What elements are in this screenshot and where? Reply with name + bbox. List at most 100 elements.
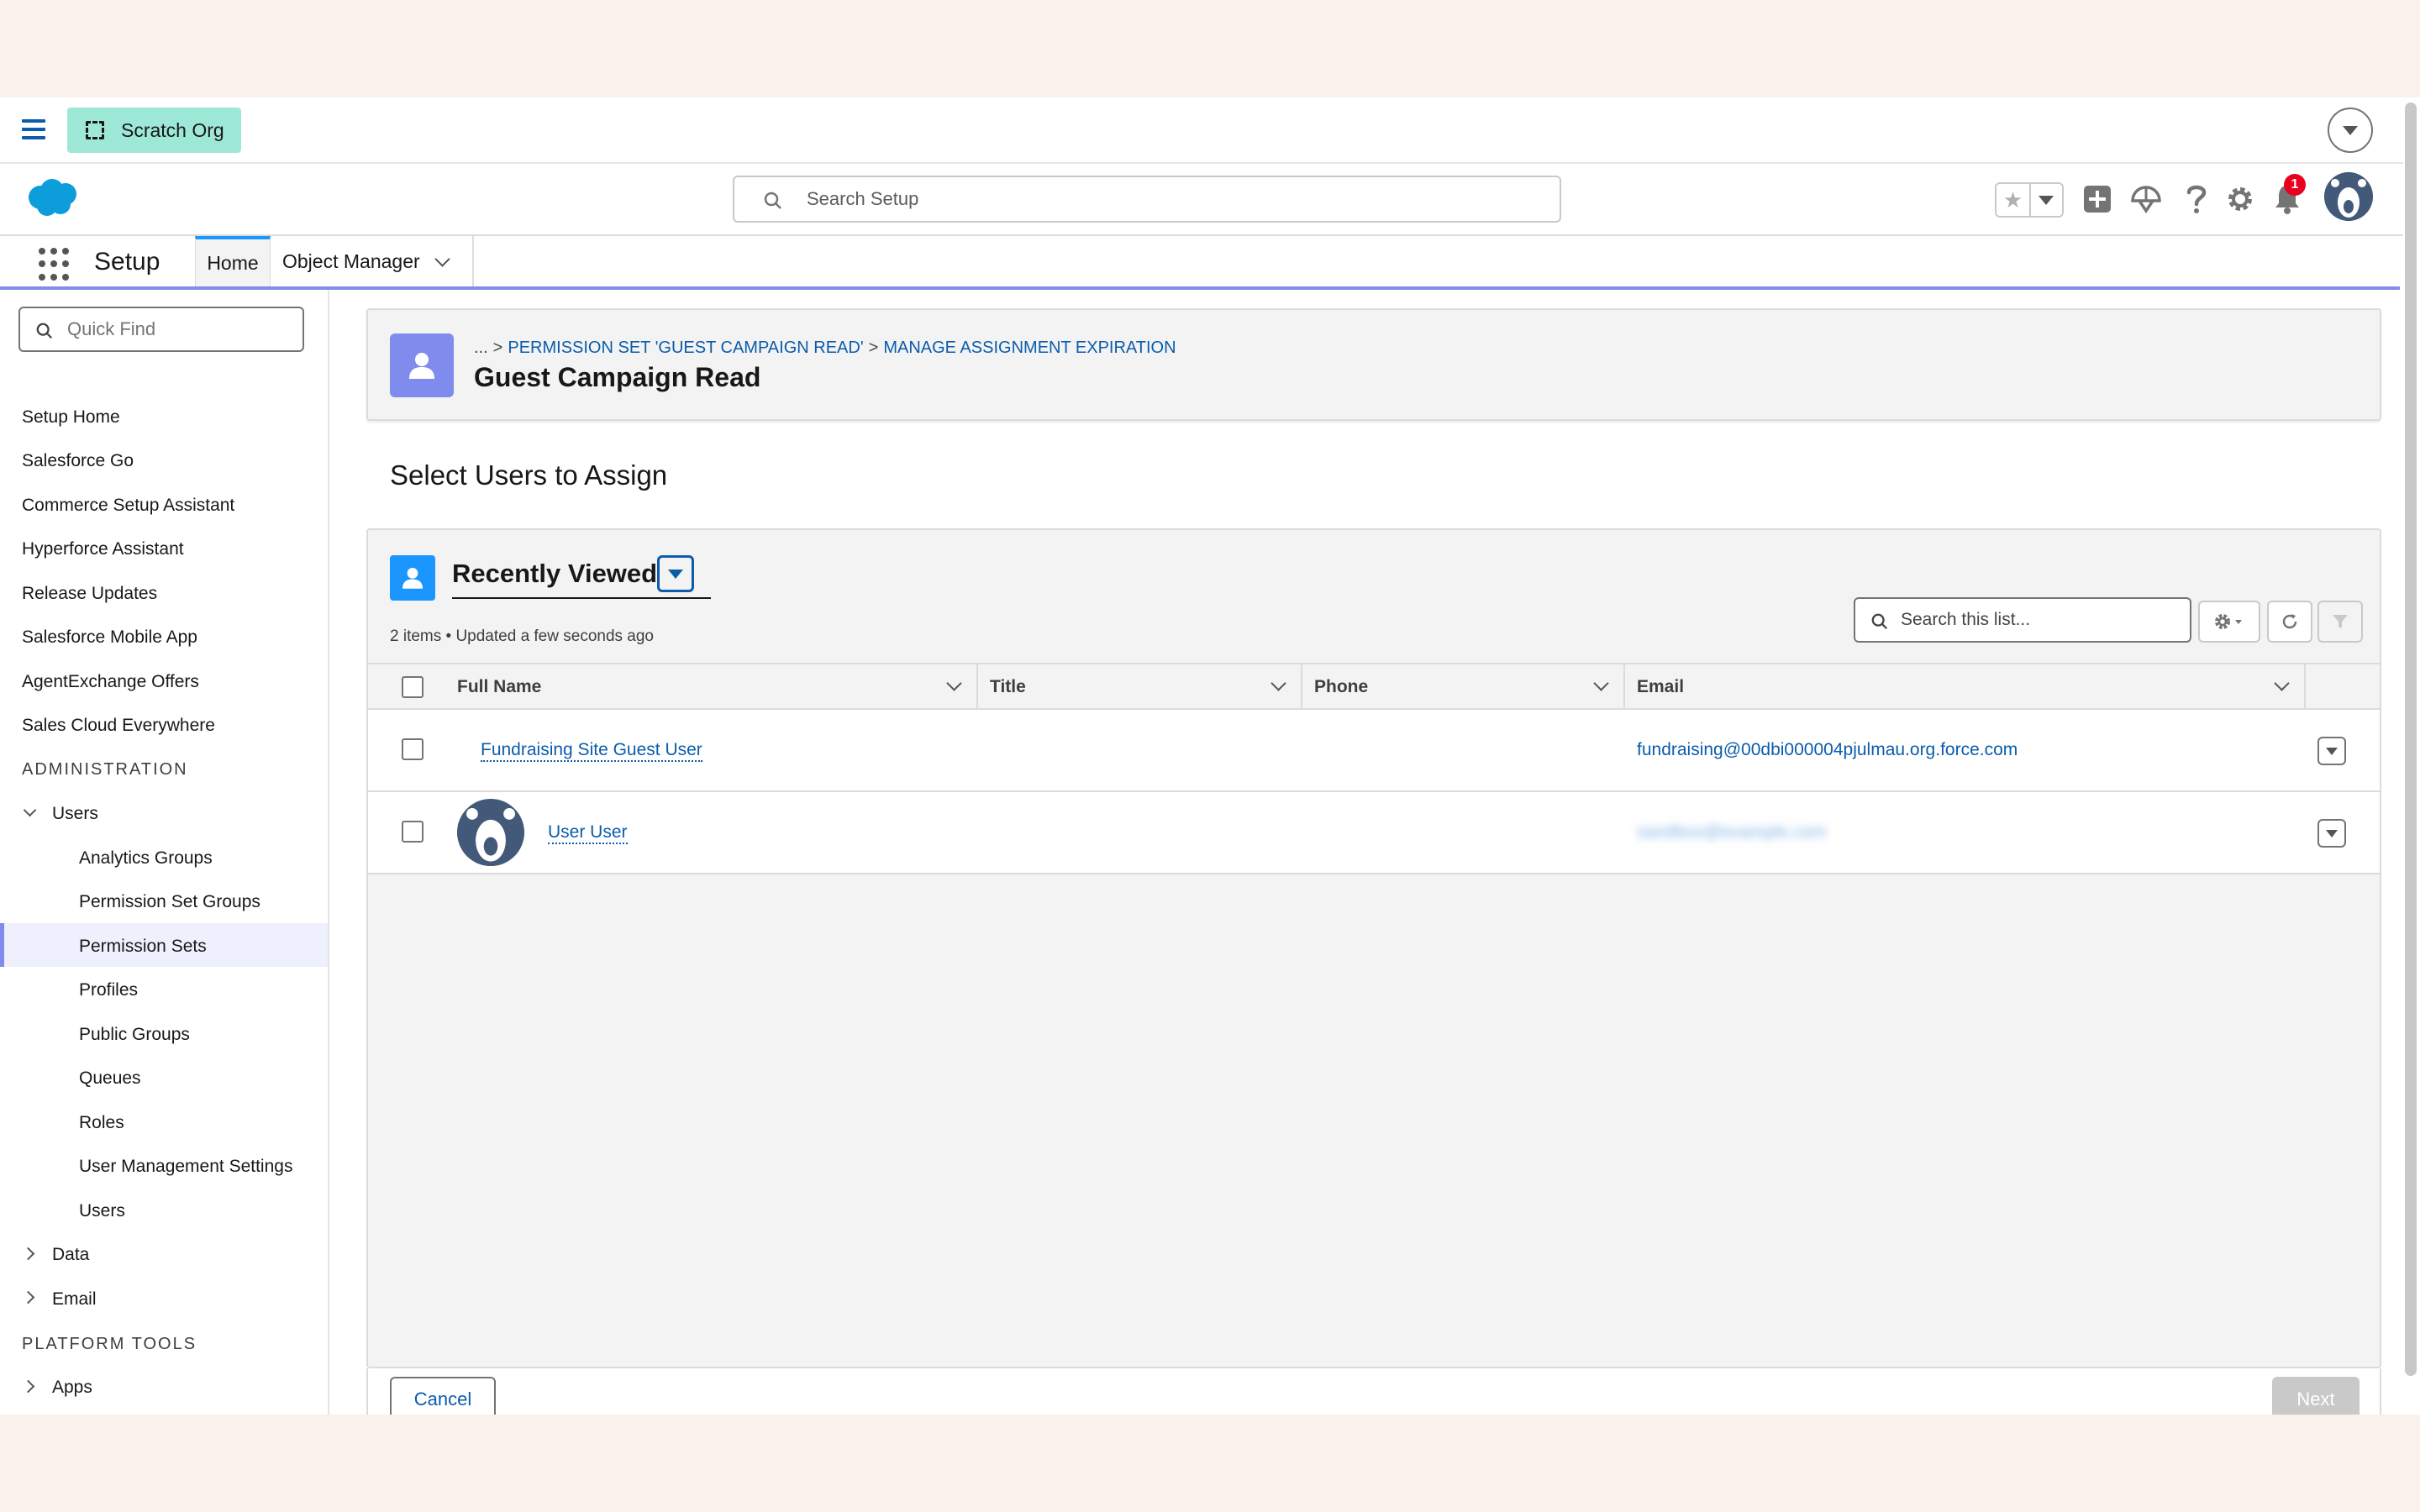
sidebar-item-setup-home[interactable]: Setup Home bbox=[22, 407, 120, 428]
column-header-full-name-label: Full Name bbox=[457, 677, 542, 696]
table-header: Full Name Title Phone Email bbox=[368, 663, 2380, 710]
column-header-title[interactable]: Title bbox=[978, 664, 1302, 710]
quick-find-input[interactable] bbox=[20, 308, 302, 350]
sidebar-item-roles[interactable]: Roles bbox=[79, 1113, 124, 1133]
sidebar-item-release-updates[interactable]: Release Updates bbox=[22, 584, 157, 604]
chevron-down-icon[interactable] bbox=[434, 250, 450, 267]
search-icon bbox=[36, 323, 53, 339]
sidebar-item-public-groups[interactable]: Public Groups bbox=[79, 1025, 190, 1045]
sidebar-group-apps[interactable]: Apps bbox=[52, 1378, 92, 1398]
sidebar-item-commerce-setup-assistant[interactable]: Commerce Setup Assistant bbox=[22, 496, 234, 516]
refresh-button[interactable] bbox=[2267, 601, 2312, 643]
breadcrumb: ... > PERMISSION SET 'GUEST CAMPAIGN READ'… bbox=[474, 339, 1176, 357]
page-header: ... > PERMISSION SET 'GUEST CAMPAIGN READ'… bbox=[366, 308, 2381, 421]
user-full-name-link[interactable]: Fundraising Site Guest User bbox=[481, 740, 702, 762]
top-menu-dropdown-button[interactable] bbox=[2328, 108, 2373, 153]
tab-home[interactable]: Home bbox=[195, 236, 271, 286]
sidebar-item-permission-set-groups[interactable]: Permission Set Groups bbox=[79, 892, 260, 912]
table-row: User User sandbox@example.com bbox=[368, 792, 2380, 874]
caret-down-icon bbox=[2326, 829, 2338, 837]
chevron-right-icon[interactable] bbox=[21, 1290, 35, 1305]
app-launcher-icon[interactable] bbox=[39, 248, 72, 281]
org-badge-label: Scratch Org bbox=[121, 118, 224, 141]
list-search-box[interactable] bbox=[1854, 597, 2191, 643]
window-scrollbar[interactable] bbox=[2405, 102, 2417, 1376]
chevron-down-icon[interactable] bbox=[2274, 675, 2290, 691]
column-header-full-name[interactable]: Full Name bbox=[445, 664, 978, 710]
list-view-picker-button[interactable] bbox=[657, 555, 694, 592]
next-button[interactable]: Next bbox=[2272, 1377, 2360, 1415]
row-checkbox[interactable] bbox=[402, 738, 424, 760]
tab-object-manager[interactable]: Object Manager bbox=[271, 236, 474, 286]
scratch-org-badge[interactable]: Scratch Org bbox=[67, 108, 241, 153]
sidebar-item-profiles[interactable]: Profiles bbox=[79, 980, 138, 1000]
select-all-checkbox[interactable] bbox=[402, 676, 424, 698]
user-full-name-link[interactable]: User User bbox=[548, 822, 628, 844]
list-view-title[interactable]: Recently Viewed bbox=[452, 559, 657, 589]
sidebar-item-agentexchange-offers[interactable]: AgentExchange Offers bbox=[22, 672, 199, 692]
chevron-right-icon[interactable] bbox=[21, 1247, 35, 1261]
chevron-down-icon[interactable] bbox=[1593, 675, 1609, 691]
search-icon bbox=[764, 192, 781, 209]
section-heading: Select Users to Assign bbox=[390, 459, 668, 491]
setup-gear-icon[interactable] bbox=[2220, 179, 2260, 219]
sidebar-group-email[interactable]: Email bbox=[52, 1289, 97, 1310]
search-icon bbox=[1871, 613, 1888, 630]
tab-object-manager-label: Object Manager bbox=[282, 249, 420, 272]
column-header-phone-label: Phone bbox=[1314, 677, 1369, 696]
sidebar-item-salesforce-go[interactable]: Salesforce Go bbox=[22, 451, 134, 471]
sidebar-group-users[interactable]: Users bbox=[52, 804, 98, 824]
row-actions-button[interactable] bbox=[2317, 737, 2346, 765]
cancel-button[interactable]: Cancel bbox=[390, 1377, 496, 1415]
sidebar-item-queues[interactable]: Queues bbox=[79, 1068, 141, 1089]
sidebar-group-data[interactable]: Data bbox=[52, 1245, 89, 1265]
trailhead-guidance-icon[interactable] bbox=[2126, 179, 2166, 219]
chevron-down-icon[interactable] bbox=[946, 675, 962, 691]
sidebar-item-sales-cloud-everywhere[interactable]: Sales Cloud Everywhere bbox=[22, 716, 215, 736]
row-actions-button[interactable] bbox=[2317, 819, 2346, 848]
caret-down-icon bbox=[2039, 195, 2054, 205]
sidebar-item-user-management-settings[interactable]: User Management Settings bbox=[79, 1157, 292, 1177]
column-header-email[interactable]: Email bbox=[1625, 664, 2306, 710]
user-avatar[interactable] bbox=[2324, 172, 2373, 221]
help-icon[interactable] bbox=[2176, 179, 2217, 219]
filter-button[interactable] bbox=[2317, 601, 2363, 643]
context-bar: Setup Home Object Manager bbox=[0, 236, 2400, 290]
chevron-down-icon[interactable] bbox=[1270, 675, 1286, 691]
favorite-star-icon[interactable]: ★ bbox=[1996, 184, 2031, 216]
sidebar-item-hyperforce-assistant[interactable]: Hyperforce Assistant bbox=[22, 539, 184, 559]
caret-down-icon bbox=[2343, 125, 2358, 135]
chevron-right-icon[interactable] bbox=[21, 1379, 35, 1394]
dashed-square-icon bbox=[86, 121, 104, 139]
hamburger-menu-icon[interactable] bbox=[22, 119, 45, 139]
favorites-dropdown-button[interactable] bbox=[2031, 184, 2062, 216]
sidebar-item-permission-sets[interactable]: Permission Sets bbox=[79, 937, 207, 957]
chevron-down-icon[interactable] bbox=[23, 803, 37, 817]
table-row: Fundraising Site Guest User fundraising@… bbox=[368, 710, 2380, 792]
global-search-input[interactable] bbox=[734, 177, 1560, 221]
global-search-box[interactable] bbox=[733, 176, 1561, 223]
app-name: Setup bbox=[94, 248, 160, 276]
salesforce-logo[interactable] bbox=[24, 176, 82, 219]
refresh-icon bbox=[2282, 614, 2297, 629]
user-email-link[interactable]: fundraising@00dbi000004pjulmau.org.force… bbox=[1637, 740, 2018, 760]
column-header-phone[interactable]: Phone bbox=[1302, 664, 1625, 710]
wizard-footer: Cancel Next bbox=[366, 1368, 2381, 1415]
sidebar-item-users[interactable]: Users bbox=[79, 1201, 125, 1221]
user-avatar bbox=[457, 799, 524, 866]
global-header: ★ 1 bbox=[0, 164, 2403, 236]
user-icon bbox=[390, 555, 435, 601]
quick-find-box[interactable] bbox=[18, 307, 304, 352]
list-search-input[interactable] bbox=[1855, 599, 2190, 641]
favorites-button-group: ★ bbox=[1995, 182, 2064, 218]
breadcrumb-ellipsis[interactable]: ... bbox=[474, 339, 488, 357]
breadcrumb-manage-assignment-expiration[interactable]: MANAGE ASSIGNMENT EXPIRATION bbox=[883, 339, 1176, 357]
list-view-controls-button[interactable] bbox=[2198, 601, 2260, 643]
row-checkbox[interactable] bbox=[402, 821, 424, 843]
sidebar-item-salesforce-mobile-app[interactable]: Salesforce Mobile App bbox=[22, 627, 197, 648]
global-actions-icon[interactable] bbox=[2077, 179, 2118, 219]
breadcrumb-permission-set[interactable]: PERMISSION SET 'GUEST CAMPAIGN READ' bbox=[508, 339, 863, 357]
sidebar-item-analytics-groups[interactable]: Analytics Groups bbox=[79, 848, 213, 869]
top-bar: Scratch Org bbox=[0, 97, 2403, 164]
administration-heading: ADMINISTRATION bbox=[22, 760, 188, 779]
